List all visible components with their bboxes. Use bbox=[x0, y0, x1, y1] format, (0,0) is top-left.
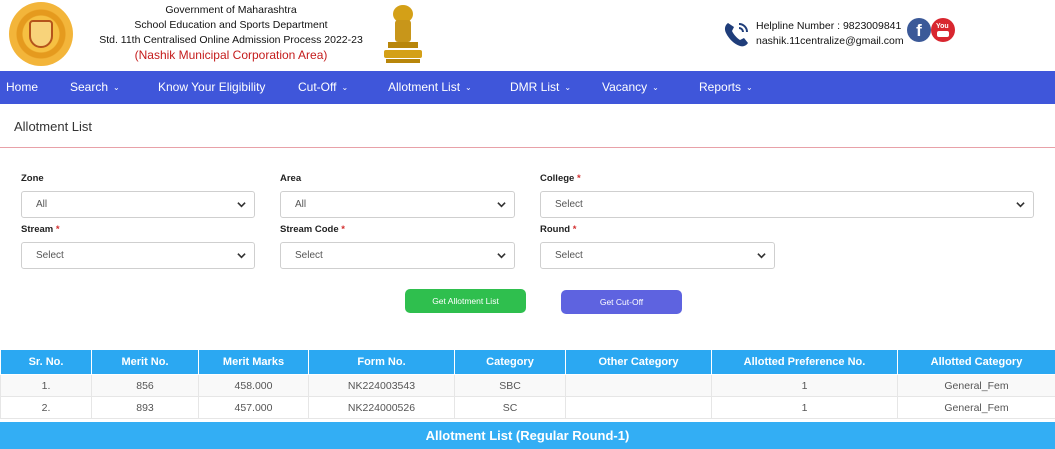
chevron-down-icon: ⌄ bbox=[113, 83, 120, 92]
table-cell: 457.000 bbox=[198, 396, 309, 419]
page: Government of Maharashtra School Educati… bbox=[0, 0, 1055, 449]
maharashtra-seal-icon bbox=[9, 2, 73, 66]
chevron-down-icon: ⌄ bbox=[465, 83, 472, 92]
nav-home[interactable]: Home bbox=[6, 71, 38, 104]
chevron-down-icon: ⌄ bbox=[341, 83, 349, 92]
college-select[interactable]: Select bbox=[540, 191, 1034, 218]
stream-code-label: Stream Code * bbox=[280, 224, 345, 235]
table-header-row: Sr. No. Merit No. Merit Marks Form No. C… bbox=[0, 349, 1055, 375]
table-cell: SC bbox=[454, 396, 566, 419]
nav-vacancy[interactable]: Vacancy ⌄ bbox=[602, 71, 659, 104]
allotment-round-banner: Allotment List (Regular Round-1) bbox=[0, 422, 1055, 449]
table-cell: 1 bbox=[711, 396, 898, 419]
chevron-down-icon: ⌄ bbox=[746, 83, 753, 92]
college-label: College * bbox=[540, 173, 581, 184]
col-header-sr-no: Sr. No. bbox=[0, 349, 92, 375]
title-divider bbox=[0, 147, 1055, 148]
nav-dmr-list[interactable]: DMR List ⌄ bbox=[510, 71, 571, 104]
nav-cut-off[interactable]: Cut-Off ⌄ bbox=[298, 71, 348, 104]
col-header-merit-no: Merit No. bbox=[91, 349, 199, 375]
table-cell: 1. bbox=[0, 374, 92, 397]
table-cell: General_Fem bbox=[897, 374, 1055, 397]
page-title: Allotment List bbox=[14, 119, 93, 134]
national-emblem-icon bbox=[384, 5, 422, 63]
header-line-3: Std. 11th Centralised Online Admission P… bbox=[99, 34, 363, 46]
area-select[interactable]: All bbox=[280, 191, 515, 218]
table-cell: 2. bbox=[0, 396, 92, 419]
chevron-down-icon: ⌄ bbox=[652, 83, 659, 92]
nav-search[interactable]: Search ⌄ bbox=[70, 71, 120, 104]
col-header-merit-marks: Merit Marks bbox=[198, 349, 309, 375]
col-header-category: Category bbox=[454, 349, 566, 375]
get-cut-off-button[interactable]: Get Cut-Off bbox=[561, 290, 682, 314]
facebook-icon[interactable]: f bbox=[907, 18, 931, 42]
table-row: 1. 856 458.000 NK224003543 SBC 1 General… bbox=[0, 374, 1055, 397]
nav-reports[interactable]: Reports ⌄ bbox=[699, 71, 753, 104]
table-cell: 1 bbox=[711, 374, 898, 397]
table-row: 2. 893 457.000 NK224000526 SC 1 General_… bbox=[0, 396, 1055, 419]
col-header-allotted-preference-no: Allotted Preference No. bbox=[711, 349, 898, 375]
chevron-down-icon: ⌄ bbox=[564, 83, 572, 92]
table-cell: General_Fem bbox=[897, 396, 1055, 419]
stream-select[interactable]: Select bbox=[21, 242, 255, 269]
table-cell: NK224003543 bbox=[308, 374, 455, 397]
chevron-down-icon bbox=[237, 253, 246, 259]
round-label: Round * bbox=[540, 224, 577, 235]
table-cell: NK224000526 bbox=[308, 396, 455, 419]
table-cell bbox=[565, 374, 712, 397]
phone-icon bbox=[724, 23, 748, 47]
stream-label: Stream * bbox=[21, 224, 60, 235]
helpline-number: Helpline Number : 9823009841 bbox=[756, 20, 902, 32]
table-cell: 856 bbox=[91, 374, 199, 397]
youtube-icon[interactable]: You bbox=[931, 18, 955, 42]
round-select[interactable]: Select bbox=[540, 242, 775, 269]
chevron-down-icon bbox=[497, 202, 506, 208]
chevron-down-icon bbox=[1016, 202, 1025, 208]
zone-select[interactable]: All bbox=[21, 191, 255, 218]
area-label: Area bbox=[280, 173, 302, 184]
get-allotment-list-button[interactable]: Get Allotment List bbox=[405, 289, 526, 313]
table-cell: 893 bbox=[91, 396, 199, 419]
main-nav: Home Search ⌄ Know Your Eligibility Cut-O… bbox=[0, 71, 1055, 104]
header-line-4: (Nashik Municipal Corporation Area) bbox=[134, 48, 328, 62]
site-header: Government of Maharashtra School Educati… bbox=[0, 0, 1055, 71]
chevron-down-icon bbox=[757, 253, 766, 259]
chevron-down-icon bbox=[237, 202, 246, 208]
header-line-2: School Education and Sports Department bbox=[134, 19, 328, 31]
chevron-down-icon bbox=[497, 253, 506, 259]
zone-label: Zone bbox=[21, 173, 44, 184]
col-header-allotted-category: Allotted Category bbox=[897, 349, 1055, 375]
stream-code-select[interactable]: Select bbox=[280, 242, 515, 269]
header-line-1: Government of Maharashtra bbox=[165, 4, 297, 16]
nav-allotment-list[interactable]: Allotment List ⌄ bbox=[388, 71, 472, 104]
allotment-table: Sr. No. Merit No. Merit Marks Form No. C… bbox=[0, 349, 1055, 419]
nav-know-your-eligibility[interactable]: Know Your Eligibility bbox=[158, 71, 265, 104]
col-header-form-no: Form No. bbox=[308, 349, 455, 375]
table-cell: SBC bbox=[454, 374, 566, 397]
header-text: Government of Maharashtra School Educati… bbox=[76, 3, 386, 63]
contact-email[interactable]: nashik.11centralize@gmail.com bbox=[756, 34, 904, 49]
table-cell: 458.000 bbox=[198, 374, 309, 397]
col-header-other-category: Other Category bbox=[565, 349, 712, 375]
table-cell bbox=[565, 396, 712, 419]
